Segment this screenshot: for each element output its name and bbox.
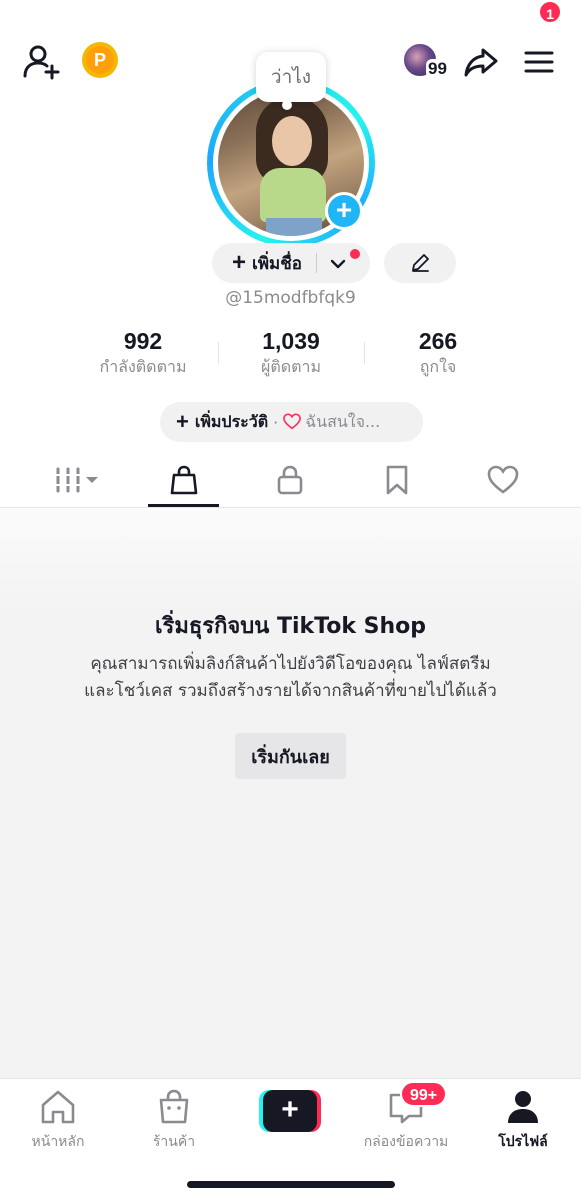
coin-icon: P	[86, 46, 114, 74]
heart-outline-icon	[283, 413, 302, 430]
tab-liked[interactable]	[467, 452, 539, 508]
nav-profile-label: โปรไฟล์	[498, 1134, 548, 1150]
nav-home[interactable]: หน้าหลัก	[0, 1087, 116, 1153]
tab-shop[interactable]	[148, 452, 220, 508]
bookmark-icon	[386, 465, 408, 495]
status-bubble[interactable]: ว่าไง	[256, 52, 326, 110]
inbox-badge: 99+	[400, 1081, 448, 1107]
shop-title: เริ่มธุรกิจบน TikTok Shop	[155, 614, 426, 639]
chevron-down-icon	[86, 477, 98, 483]
stat-likes[interactable]: 266 ถูกใจ	[363, 328, 513, 380]
shopping-bag-icon	[170, 465, 198, 495]
shop-content-area	[0, 508, 581, 1078]
stat-followers[interactable]: 1,039 ผู้ติดตาม	[216, 328, 366, 380]
shop-description: คุณสามารถเพิ่มลิงก์สินค้าไปยังวิดีโอของค…	[84, 654, 497, 701]
active-tab-indicator	[148, 504, 219, 507]
home-indicator[interactable]	[187, 1181, 395, 1188]
nav-home-label: หน้าหลัก	[31, 1134, 85, 1150]
hamburger-menu-icon	[524, 51, 554, 73]
tab-saved[interactable]	[361, 452, 433, 508]
interest-label: ฉันสนใจ...	[305, 411, 381, 431]
coin-button[interactable]: P	[82, 42, 118, 78]
nav-shop[interactable]: ร้านค้า	[116, 1087, 232, 1153]
friends-count: 99	[426, 59, 449, 79]
username: @15modfbfqk9	[225, 288, 356, 308]
stat-value: 1,039	[262, 328, 320, 354]
stat-value: 992	[123, 328, 163, 354]
pencil-icon	[412, 254, 429, 272]
stat-label: กำลังติดตาม	[99, 357, 187, 376]
nav-inbox-label: กล่องข้อความ	[363, 1134, 449, 1150]
profile-person-icon	[508, 1091, 538, 1123]
share-arrow-icon	[464, 48, 498, 77]
start-shop-button[interactable]: เริ่มกันเลย	[235, 733, 346, 779]
tab-private[interactable]	[254, 452, 326, 508]
add-name-button[interactable]: + เพิ่มชื่อ	[212, 243, 370, 283]
add-bio-label: เพิ่มประวัติ	[194, 411, 269, 431]
plus-icon: +	[176, 409, 189, 434]
person-add-icon	[23, 45, 60, 80]
stat-value: 266	[418, 328, 458, 354]
nav-profile[interactable]: โปรไฟล์	[465, 1087, 581, 1153]
separator-dot: ·	[273, 412, 279, 432]
stat-label: ถูกใจ	[419, 357, 457, 376]
add-name-label: เพิ่มชื่อ	[252, 253, 302, 274]
heart-icon	[487, 465, 519, 494]
home-icon	[41, 1090, 75, 1124]
lock-icon	[277, 465, 303, 495]
menu-notification-badge: 1	[538, 0, 562, 24]
tab-videos[interactable]	[42, 452, 114, 508]
plus-icon: +	[263, 1090, 317, 1132]
grid-icon	[56, 467, 98, 493]
create-video-button[interactable]: +	[259, 1090, 321, 1132]
chevron-down-icon[interactable]	[329, 254, 347, 272]
nav-shop-label: ร้านค้า	[152, 1134, 196, 1150]
shop-bag-icon	[159, 1089, 189, 1124]
notification-dot	[350, 249, 360, 259]
plus-icon: +	[232, 249, 247, 276]
menu-button[interactable]	[522, 44, 558, 80]
add-friend-button[interactable]	[22, 42, 62, 82]
avatar-add-button[interactable]: +	[325, 192, 363, 230]
stat-following[interactable]: 992 กำลังติดตาม	[68, 328, 218, 380]
edit-profile-button[interactable]	[384, 243, 456, 283]
add-bio-button[interactable]: + เพิ่มประวัติ · ฉันสนใจ...	[160, 402, 423, 442]
stat-label: ผู้ติดตาม	[260, 357, 322, 376]
share-button[interactable]	[463, 44, 499, 80]
profile-tabs	[0, 452, 581, 508]
